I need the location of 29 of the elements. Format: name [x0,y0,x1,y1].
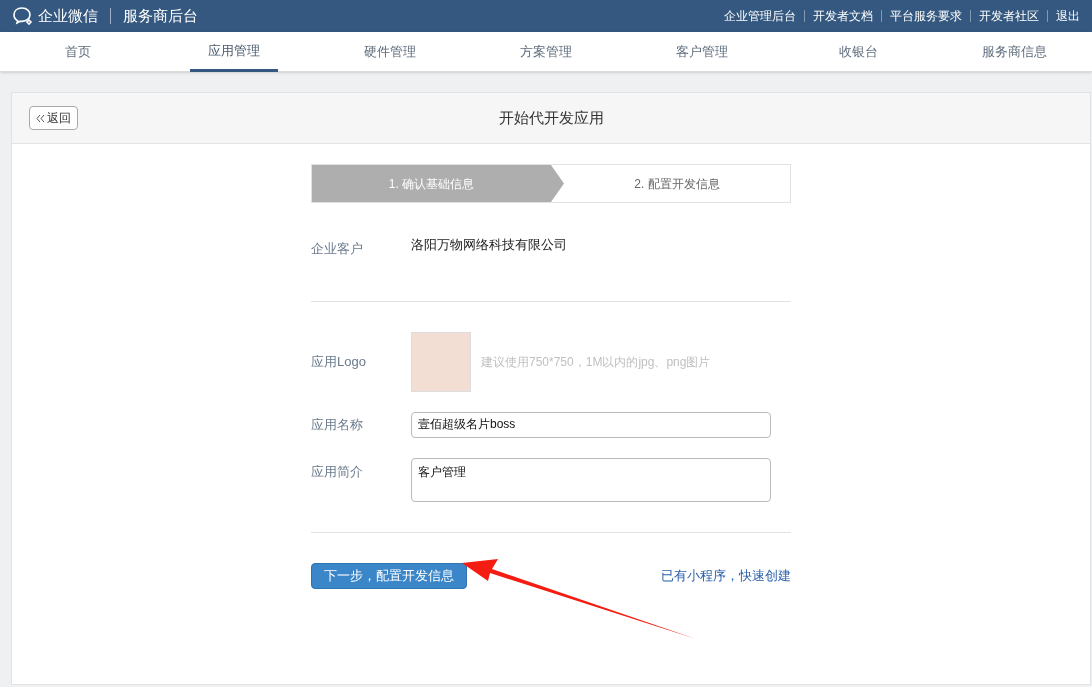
field-label: 企业客户 [311,240,364,258]
header-link[interactable]: 退出 [1056,7,1080,25]
nav-tab[interactable]: 硬件管理 [348,32,432,72]
header-link[interactable]: 平台服务要求 [890,7,962,25]
chat-bubble-icon [12,6,34,26]
input-field[interactable]: 壹佰超级名片boss [411,411,771,438]
double-chevron-icon [36,113,45,123]
header-link[interactable]: 开发者文档 [813,7,873,25]
console-title: 服务商后台 [123,5,198,26]
upload-hint: 建议使用750*750，1M以内的jpg、png图片 [481,353,711,371]
field-label: 应用名称 [311,415,364,434]
nav-tab[interactable]: 收银台 [822,32,894,72]
page-title: 开始代开发应用 [498,107,604,128]
nav-tab[interactable]: 服务商信息 [965,32,1063,72]
brand-name: 企业微信 [38,5,98,26]
next-step-button[interactable]: 下一步，配置开发信息 [311,562,467,589]
nav-tab[interactable]: 首页 [49,32,107,72]
header-link[interactable]: 开发者社区 [979,7,1039,25]
nav-tab[interactable]: 客户管理 [660,32,744,72]
nav-tab[interactable]: 方案管理 [504,32,588,72]
back-button[interactable]: 返回 [29,106,78,130]
logo-placeholder [411,331,471,392]
field-label: 应用简介 [311,462,364,481]
quick-create-link[interactable]: 已有小程序，快速创建 [661,565,791,586]
nav-tab[interactable]: 应用管理 [190,32,278,72]
customer-name: 洛阳万物网络科技有限公司 [411,236,567,254]
field-label: 应用Logo [311,352,367,371]
header-link[interactable]: 企业管理后台 [724,7,796,25]
textarea-field[interactable]: 客户管理 [411,457,771,502]
